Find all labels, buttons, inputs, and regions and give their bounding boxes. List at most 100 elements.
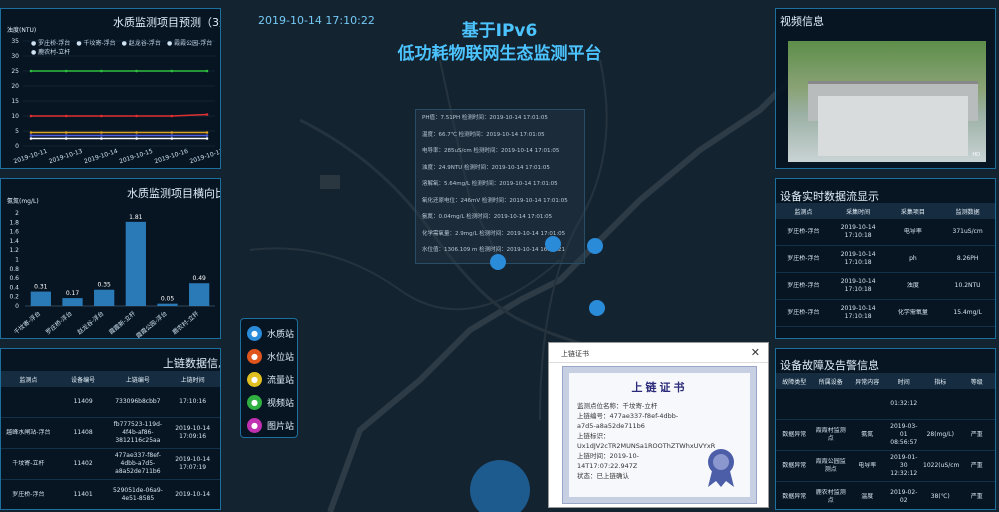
table-cell: 电导率 <box>903 228 922 235</box>
station-filter-flow[interactable]: ● 流量站 <box>241 368 297 391</box>
y-tick-label: 5 <box>15 128 19 135</box>
series-line <box>31 113 208 117</box>
table-cell: 28(mg/L) <box>926 431 954 438</box>
marker[interactable] <box>587 238 603 254</box>
bar[interactable] <box>94 289 115 306</box>
table-cell: ph <box>909 255 917 262</box>
y-tick-label: 15 <box>11 98 19 105</box>
data-point <box>100 134 103 137</box>
table-cell: 2019-03-01 08:56:57 <box>890 423 918 446</box>
data-point <box>29 134 33 137</box>
table-cell: 氨氮 <box>861 431 874 438</box>
station-label: 视频站 <box>267 399 295 409</box>
table-cell: 罗庄桥-浮台 <box>787 255 820 262</box>
table-cell: 1022(uS/cm) <box>923 462 959 469</box>
close-icon[interactable]: ✕ <box>751 346 760 359</box>
data-point <box>64 114 68 118</box>
chain-table: 监测点 设备编号 上链编号 上链时间 11409 733096b8cbb7 17:10:1… <box>1 371 220 509</box>
table-cell: 严重 <box>970 431 983 438</box>
bar[interactable] <box>62 298 83 306</box>
table-row[interactable]: 01:32:12 <box>776 389 995 420</box>
table-row[interactable]: 越峰水闸站-浮台 11408 fb777523-119d-4f4b-af86-381… <box>1 418 220 449</box>
data-point <box>205 69 209 73</box>
station-filter-image[interactable]: ● 图片站 <box>241 414 297 437</box>
bar[interactable] <box>157 303 178 306</box>
x-tick-label: 2019-10-14 <box>83 148 118 165</box>
data-point <box>170 114 174 118</box>
data-point <box>100 131 103 134</box>
video-hd-badge: HD <box>972 152 980 158</box>
data-point <box>64 134 68 137</box>
table-cell: fb777523-119d-4f4b-af86-3812116c25aa <box>113 421 163 444</box>
water-level-icon: ● <box>247 349 262 364</box>
data-point <box>100 114 103 118</box>
table-row[interactable]: 11409 733096b8cbb7 17:10:16 <box>1 387 220 418</box>
x-tick-label: 2019-10-15 <box>118 148 153 165</box>
bar[interactable] <box>189 283 210 306</box>
data-point <box>205 113 209 116</box>
table-row[interactable]: 罗庄桥-浮台 11401 529051de-06a9-4e51-8585 2019-1… <box>1 480 220 509</box>
table-cell: 严重 <box>970 493 983 500</box>
table-row[interactable]: 千坟寄-立杆 11402 477ae337-f8ef-4dbb-a7d5-a8a52… <box>1 449 220 480</box>
data-point <box>29 114 33 118</box>
data-point <box>170 137 174 140</box>
table-row[interactable]: 数据异常 霞霞公园监测点 电导率 2019-01-30 12:32:12 1022(uS… <box>776 451 995 482</box>
table-cell: 2019-01-30 12:32:12 <box>890 454 918 477</box>
table-cell: 11401 <box>73 491 93 498</box>
table-cell: 8.26PH <box>956 255 979 262</box>
station-filter-water-drop[interactable]: ● 水质站 <box>241 322 297 345</box>
table-cell: 罗庄桥-浮台 <box>12 491 45 498</box>
bar[interactable] <box>125 221 146 306</box>
table-cell: 11402 <box>73 460 93 467</box>
column-header: 设备编号 <box>71 376 96 384</box>
table-row[interactable]: 数据异常 霞霞村监测点 氨氮 2019-03-01 08:56:57 28(mg/L) 严… <box>776 420 995 451</box>
image-icon: ● <box>247 418 262 433</box>
y-tick-label: 1 <box>15 257 19 264</box>
column-header: 采集时间 <box>846 208 871 216</box>
certificate-body: 上链证书 监测点位名称：千坟寄-立杆 上链编号：477ae337-f8ef-4db… <box>562 366 757 504</box>
video-player[interactable]: HD <box>788 41 986 162</box>
panel-title: 设备故障及告警信息 <box>780 359 879 372</box>
station-label: 水位站 <box>267 353 295 363</box>
table-row[interactable]: 罗庄桥-浮台 2019-10-14 17:10:18 ph 8.26PH <box>776 246 995 273</box>
table-cell: 15.4mg/L <box>953 309 982 316</box>
y-tick-label: 2 <box>15 210 19 217</box>
table-cell: 371uS/cm <box>952 228 983 235</box>
certificate-line: a7d5-a8a52de711b6 <box>577 422 645 430</box>
table-cell: 罗庄桥-浮台 <box>787 282 820 289</box>
table-row[interactable]: 罗庄桥-浮台 2019-10-14 17:10:18 浊度 10.2NTU <box>776 273 995 300</box>
y-tick-label: 1.6 <box>9 229 19 236</box>
table-cell: 01:32:12 <box>890 400 918 407</box>
x-tick-label: 鹿农村-立杆 <box>171 309 201 336</box>
certificate-heading: 上链证书 <box>631 381 688 394</box>
table-row[interactable]: 罗庄桥-浮台 2019-10-14 17:10:18 电导率 371uS/cm <box>776 219 995 246</box>
data-point <box>64 69 68 73</box>
table-row[interactable]: 数据异常 鹿农村监测点 温度 2019-02-02 38(℃) 严重 <box>776 482 995 509</box>
column-header: 监测点 <box>794 208 813 216</box>
data-point <box>29 137 33 140</box>
column-header: 监测点 <box>19 376 38 384</box>
table-cell: 千坟寄-立杆 <box>12 460 45 467</box>
bar[interactable] <box>30 291 51 306</box>
y-tick-label: 0.2 <box>9 294 19 301</box>
table-row[interactable]: 罗庄桥-浮台 2019-10-14 17:10:18 化学需氧量 15.4mg/L <box>776 300 995 327</box>
data-point <box>205 131 209 134</box>
station-legend: ● 水质站 ● 水位站 ● 流量站 ● 视频站 ● 图片站 <box>240 318 298 438</box>
station-filter-water-level[interactable]: ● 水位站 <box>241 345 297 368</box>
flow-icon: ● <box>247 372 262 387</box>
marker[interactable] <box>545 236 561 252</box>
dialog-titlebar: 上链证书 ✕ <box>549 343 768 363</box>
column-header: 指标 <box>934 378 947 386</box>
table-cell: 11408 <box>73 429 93 436</box>
table-cell: 霞霞公园监测点 <box>815 458 846 473</box>
table-cell: 2019-10-14 17:09:16 <box>175 425 211 440</box>
chain-panel: 上链数据信息 监测点 设备编号 上链编号 上链时间 11409 733096b8cbb7… <box>0 348 221 510</box>
table-cell: 越峰水闸站-浮台 <box>6 429 51 436</box>
station-filter-video[interactable]: ● 视频站 <box>241 391 297 414</box>
table-cell: 2019-10-14 17:10:18 <box>840 278 876 293</box>
marker[interactable] <box>490 254 506 270</box>
marker[interactable] <box>589 300 605 316</box>
table-cell: 温度 <box>861 493 874 500</box>
table-cell: 化学需氧量 <box>897 309 928 316</box>
data-point <box>29 69 33 73</box>
